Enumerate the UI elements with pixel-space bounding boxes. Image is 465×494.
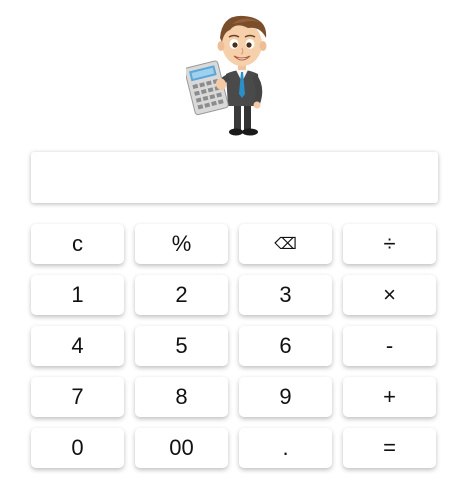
- multiply-button[interactable]: ×: [343, 275, 436, 315]
- digit-7-button[interactable]: 7: [31, 377, 124, 417]
- digit-6-button[interactable]: 6: [239, 326, 332, 366]
- digit-4-button[interactable]: 4: [31, 326, 124, 366]
- digit-1-button[interactable]: 1: [31, 275, 124, 315]
- clear-button[interactable]: c: [31, 224, 124, 264]
- digit-2-button[interactable]: 2: [135, 275, 228, 315]
- keypad: c% ⌫ ÷ 1 2 3 × 4 5 6-7 8 9 +0 00. =: [31, 224, 438, 468]
- digit-3-button[interactable]: 3: [239, 275, 332, 315]
- subtract-button[interactable]: -: [343, 326, 436, 366]
- divide-button[interactable]: ÷: [343, 224, 436, 264]
- digit-9-button[interactable]: 9: [239, 377, 332, 417]
- percent-button[interactable]: %: [135, 224, 228, 264]
- digit-0-button[interactable]: 0: [31, 428, 124, 468]
- digit-8-button[interactable]: 8: [135, 377, 228, 417]
- double-zero-button[interactable]: 00: [135, 428, 228, 468]
- equals-button[interactable]: =: [343, 428, 436, 468]
- decimal-point-button[interactable]: .: [239, 428, 332, 468]
- backspace-button[interactable]: ⌫: [239, 224, 332, 264]
- calculator-display: [31, 152, 438, 203]
- add-button[interactable]: +: [343, 377, 436, 417]
- businessman-with-calculator-icon: [186, 15, 267, 136]
- digit-5-button[interactable]: 5: [135, 326, 228, 366]
